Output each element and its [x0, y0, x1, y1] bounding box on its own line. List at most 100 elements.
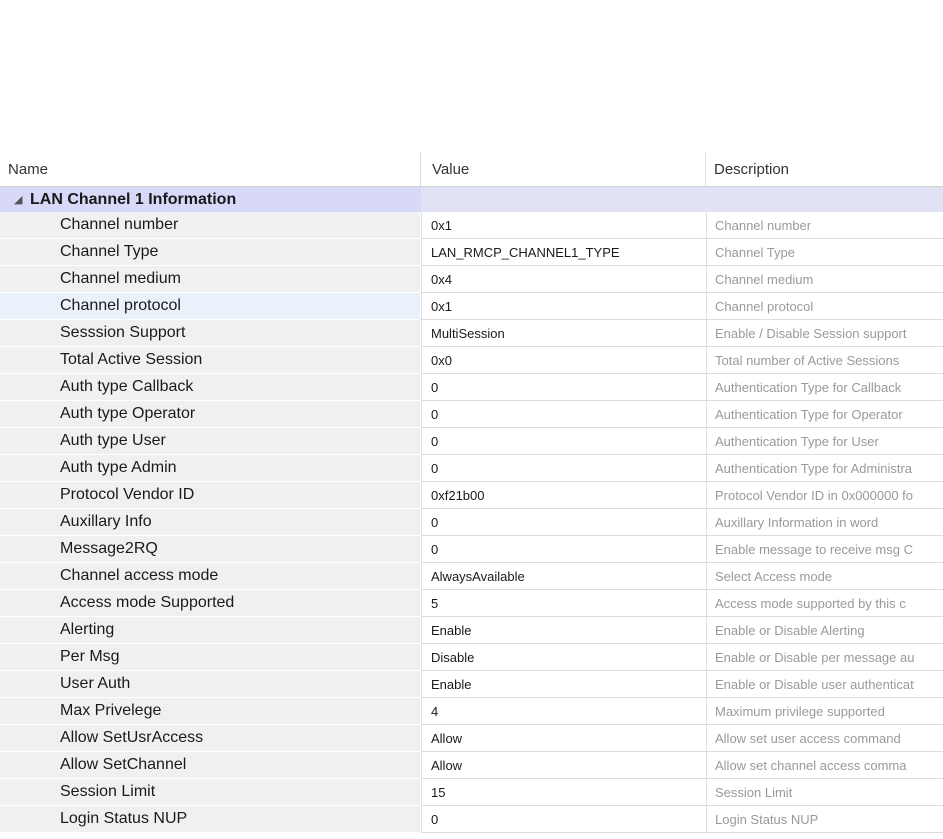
property-row[interactable]: Sesssion Support MultiSession Enable / Dis…	[0, 320, 943, 347]
property-name-cell[interactable]: Channel number	[0, 212, 420, 239]
property-row[interactable]: Max Privelege 4 Maximum privilege supporte…	[0, 698, 943, 725]
property-value: 4	[431, 704, 439, 719]
property-name-cell[interactable]: Channel medium	[0, 266, 420, 293]
property-name-cell[interactable]: User Auth	[0, 671, 420, 698]
property-row[interactable]: Channel number 0x1 Channel number	[0, 212, 943, 239]
property-name-cell[interactable]: Auth type User	[0, 428, 420, 455]
property-value-cell[interactable]: Allow	[421, 725, 706, 752]
property-name: Per Msg	[60, 648, 120, 665]
property-name-cell[interactable]: Message2RQ	[0, 536, 420, 563]
property-value-cell[interactable]: 4	[421, 698, 706, 725]
property-value-cell[interactable]: Disable	[421, 644, 706, 671]
property-description: Authentication Type for Administra	[715, 461, 913, 476]
property-value-cell[interactable]: LAN_RMCP_CHANNEL1_TYPE	[421, 239, 706, 266]
property-row[interactable]: Auth type User 0 Authentication Type for U…	[0, 428, 943, 455]
property-row[interactable]: Auxillary Info 0 Auxillary Information in …	[0, 509, 943, 536]
property-row[interactable]: Allow SetUsrAccess Allow Allow set user ac…	[0, 725, 943, 752]
property-row[interactable]: Alerting Enable Enable or Disable Alerting	[0, 617, 943, 644]
property-name-cell[interactable]: Auxillary Info	[0, 509, 420, 536]
column-header-description[interactable]: Description	[714, 161, 789, 178]
property-value-cell[interactable]: Allow	[421, 752, 706, 779]
property-name-cell[interactable]: Auth type Callback	[0, 374, 420, 401]
property-value-cell[interactable]: 0	[421, 806, 706, 833]
property-row[interactable]: Channel Type LAN_RMCP_CHANNEL1_TYPE Channe…	[0, 239, 943, 266]
property-description-cell: Maximum privilege supported	[706, 698, 943, 725]
column-header-value[interactable]: Value	[432, 161, 469, 178]
property-name: Allow SetChannel	[60, 756, 187, 773]
property-name-cell[interactable]: Login Status NUP	[0, 806, 420, 833]
property-value-cell[interactable]: 0	[421, 536, 706, 563]
property-description-cell: Enable or Disable Alerting	[706, 617, 943, 644]
property-value-cell[interactable]: 0x0	[421, 347, 706, 374]
property-value-cell[interactable]: 0x4	[421, 266, 706, 293]
property-value: Disable	[431, 650, 475, 665]
property-name-cell[interactable]: Max Privelege	[0, 698, 420, 725]
property-name-cell[interactable]: Access mode Supported	[0, 590, 420, 617]
property-description-cell: Login Status NUP	[706, 806, 943, 833]
property-name-cell[interactable]: Auth type Admin	[0, 455, 420, 482]
property-value-cell[interactable]: 0x1	[421, 293, 706, 320]
property-name: Auxillary Info	[60, 513, 152, 530]
property-description-cell: Authentication Type for User	[706, 428, 943, 455]
property-row[interactable]: Message2RQ 0 Enable message to receive msg…	[0, 536, 943, 563]
column-divider[interactable]	[420, 152, 421, 186]
property-row[interactable]: Auth type Operator 0 Authentication Type f…	[0, 401, 943, 428]
property-value: 0	[431, 380, 439, 395]
property-name-cell[interactable]: Total Active Session	[0, 347, 420, 374]
property-value-cell[interactable]: 0	[421, 455, 706, 482]
group-row-lan-channel-1[interactable]: ◢ LAN Channel 1 Information	[0, 187, 943, 212]
property-row[interactable]: Login Status NUP 0 Login Status NUP	[0, 806, 943, 833]
property-name: Channel Type	[60, 243, 159, 260]
property-value-cell[interactable]: 0	[421, 509, 706, 536]
property-name-cell[interactable]: Sesssion Support	[0, 320, 420, 347]
property-name: User Auth	[60, 675, 131, 692]
property-row[interactable]: Auth type Admin 0 Authentication Type for …	[0, 455, 943, 482]
property-row[interactable]: Channel protocol 0x1 Channel protocol	[0, 293, 943, 320]
property-name: Protocol Vendor ID	[60, 486, 195, 503]
property-row[interactable]: Protocol Vendor ID 0xf21b00 Protocol Vendo…	[0, 482, 943, 509]
property-value-cell[interactable]: Enable	[421, 671, 706, 698]
property-value-cell[interactable]: 0	[421, 401, 706, 428]
property-row[interactable]: Total Active Session 0x0 Total number of A…	[0, 347, 943, 374]
property-name-cell[interactable]: Allow SetChannel	[0, 752, 420, 779]
collapse-triangle-icon[interactable]: ◢	[14, 193, 22, 206]
property-name-cell[interactable]: Protocol Vendor ID	[0, 482, 420, 509]
property-name-cell[interactable]: Per Msg	[0, 644, 420, 671]
property-name-cell[interactable]: Channel protocol	[0, 293, 420, 320]
property-row[interactable]: Auth type Callback 0 Authentication Type f…	[0, 374, 943, 401]
property-description-cell: Select Access mode	[706, 563, 943, 590]
property-row[interactable]: Session Limit 15 Session Limit	[0, 779, 943, 806]
property-value-cell[interactable]: 5	[421, 590, 706, 617]
property-name-cell[interactable]: Channel access mode	[0, 563, 420, 590]
property-value-cell[interactable]: AlwaysAvailable	[421, 563, 706, 590]
column-header-name[interactable]: Name	[8, 161, 48, 178]
property-value: 0x1	[431, 299, 452, 314]
property-name-cell[interactable]: Alerting	[0, 617, 420, 644]
property-description-cell: Authentication Type for Administra	[706, 455, 943, 482]
property-name: Message2RQ	[60, 540, 158, 557]
property-row[interactable]: Per Msg Disable Enable or Disable per mess…	[0, 644, 943, 671]
property-value: Allow	[431, 731, 463, 746]
property-name-cell[interactable]: Session Limit	[0, 779, 420, 806]
property-value: Allow	[431, 758, 463, 773]
property-value-cell[interactable]: Enable	[421, 617, 706, 644]
property-row[interactable]: Channel access mode AlwaysAvailable Select…	[0, 563, 943, 590]
property-value-cell[interactable]: 0xf21b00	[421, 482, 706, 509]
property-row[interactable]: Access mode Supported 5 Access mode suppor…	[0, 590, 943, 617]
property-row[interactable]: User Auth Enable Enable or Disable user au…	[0, 671, 943, 698]
property-value-cell[interactable]: 15	[421, 779, 706, 806]
property-name: Sesssion Support	[60, 324, 186, 341]
property-row[interactable]: Channel medium 0x4 Channel medium	[0, 266, 943, 293]
property-name-cell[interactable]: Auth type Operator	[0, 401, 420, 428]
property-name-cell[interactable]: Channel Type	[0, 239, 420, 266]
property-value: 15	[431, 785, 446, 800]
property-name-cell[interactable]: Allow SetUsrAccess	[0, 725, 420, 752]
property-value-cell[interactable]: 0	[421, 374, 706, 401]
property-row[interactable]: Allow SetChannel Allow Allow set channel a…	[0, 752, 943, 779]
property-value-cell[interactable]: 0	[421, 428, 706, 455]
property-value-cell[interactable]: MultiSession	[421, 320, 706, 347]
property-value-cell[interactable]: 0x1	[421, 212, 706, 239]
property-description-cell: Allow set user access command	[706, 725, 943, 752]
property-description: Access mode supported by this c	[715, 596, 906, 611]
column-divider[interactable]	[705, 152, 706, 186]
